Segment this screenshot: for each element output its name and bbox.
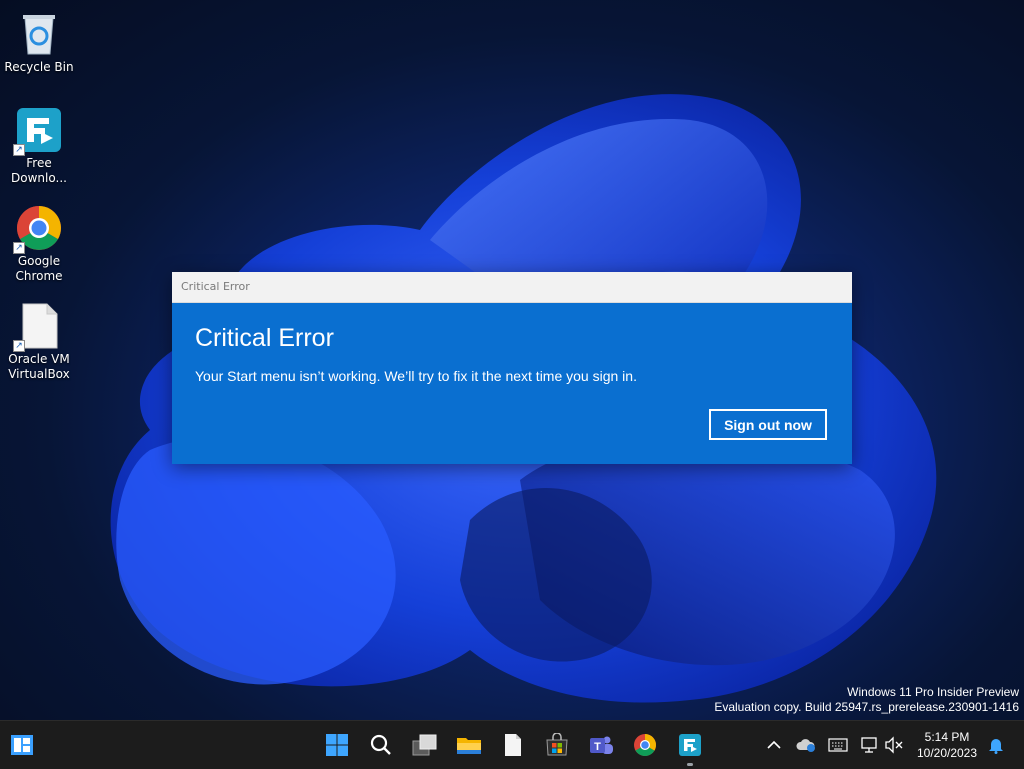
volume-muted-icon bbox=[885, 736, 903, 754]
microsoft-store-button[interactable] bbox=[541, 729, 573, 761]
teams-icon: T bbox=[590, 736, 613, 754]
input-indicator-button[interactable] bbox=[828, 735, 848, 755]
chevron-up-icon bbox=[767, 740, 781, 749]
dialog-message: Your Start menu isn’t working. We’ll try… bbox=[195, 368, 637, 384]
evaluation-watermark: Windows 11 Pro Insider Preview Evaluatio… bbox=[714, 685, 1019, 715]
desktop-icon-label: Google Chrome bbox=[15, 254, 63, 283]
search-icon bbox=[370, 734, 391, 755]
file-explorer-icon bbox=[457, 738, 481, 754]
search-button[interactable] bbox=[365, 729, 397, 761]
clock-time: 5:14 PM bbox=[924, 730, 970, 744]
desktop-icon-oracle-vm-virtualbox[interactable]: ↗ Oracle VM VirtualBox bbox=[4, 302, 74, 382]
taskbar-clock[interactable]: 5:14 PM 10/20/2023 bbox=[912, 729, 982, 761]
start-button[interactable] bbox=[321, 729, 353, 761]
teams-button[interactable]: T bbox=[585, 729, 617, 761]
task-view-icon bbox=[412, 734, 437, 756]
chrome-icon bbox=[634, 734, 656, 756]
keyboard-icon bbox=[828, 738, 848, 752]
taskbar: T 5:14 PM 10/20/2023 bbox=[0, 720, 1024, 769]
onedrive-button[interactable] bbox=[796, 735, 816, 755]
free-download-manager-taskbar-button[interactable] bbox=[674, 729, 706, 761]
onedrive-icon bbox=[796, 739, 815, 752]
watermark-build: Evaluation copy. Build 25947.rs_prerelea… bbox=[714, 700, 1019, 714]
widgets-button[interactable] bbox=[6, 729, 38, 761]
widgets-icon bbox=[11, 735, 33, 755]
running-app-indicator bbox=[687, 763, 693, 766]
desktop-icon-label: Free Downlo... bbox=[11, 156, 67, 185]
notepad-button[interactable] bbox=[497, 729, 529, 761]
sign-out-now-button[interactable]: Sign out now bbox=[709, 409, 827, 440]
notification-bell-icon bbox=[989, 739, 1003, 754]
desktop-icon-label: Recycle Bin bbox=[4, 60, 74, 74]
shortcut-arrow-icon: ↗ bbox=[13, 242, 25, 254]
notifications-button[interactable] bbox=[986, 735, 1006, 755]
shortcut-arrow-icon: ↗ bbox=[13, 144, 25, 156]
critical-error-dialog: Critical Error Critical Error Your Start… bbox=[172, 272, 852, 464]
start-icon bbox=[326, 734, 348, 756]
file-explorer-button[interactable] bbox=[453, 729, 485, 761]
network-button[interactable] bbox=[860, 735, 880, 755]
task-view-button[interactable] bbox=[409, 729, 441, 761]
free-download-manager-icon: ↗ bbox=[13, 106, 63, 156]
dialog-title-bar[interactable]: Critical Error bbox=[172, 272, 852, 303]
desktop-icon-free-download-manager[interactable]: ↗ Free Downlo... bbox=[4, 106, 74, 186]
chrome-icon: ↗ bbox=[13, 204, 63, 254]
desktop-icon-label: Oracle VM VirtualBox bbox=[8, 352, 70, 381]
watermark-edition: Windows 11 Pro Insider Preview bbox=[847, 685, 1019, 699]
show-hidden-icons-button[interactable] bbox=[764, 735, 784, 755]
svg-text:T: T bbox=[594, 741, 601, 753]
notepad-icon bbox=[505, 734, 521, 756]
desktop-icon-google-chrome[interactable]: ↗ Google Chrome bbox=[4, 204, 74, 284]
blank-document-icon: ↗ bbox=[13, 302, 63, 352]
chrome-taskbar-button[interactable] bbox=[629, 729, 661, 761]
volume-button[interactable] bbox=[884, 735, 904, 755]
shortcut-arrow-icon: ↗ bbox=[13, 340, 25, 352]
recycle-bin-icon bbox=[15, 10, 63, 58]
dialog-heading: Critical Error bbox=[195, 324, 334, 352]
network-icon bbox=[861, 737, 877, 753]
desktop-icon-recycle-bin[interactable]: Recycle Bin bbox=[4, 10, 74, 75]
clock-date: 10/20/2023 bbox=[916, 746, 978, 760]
microsoft-store-icon bbox=[546, 733, 568, 756]
free-download-manager-icon bbox=[679, 734, 701, 756]
